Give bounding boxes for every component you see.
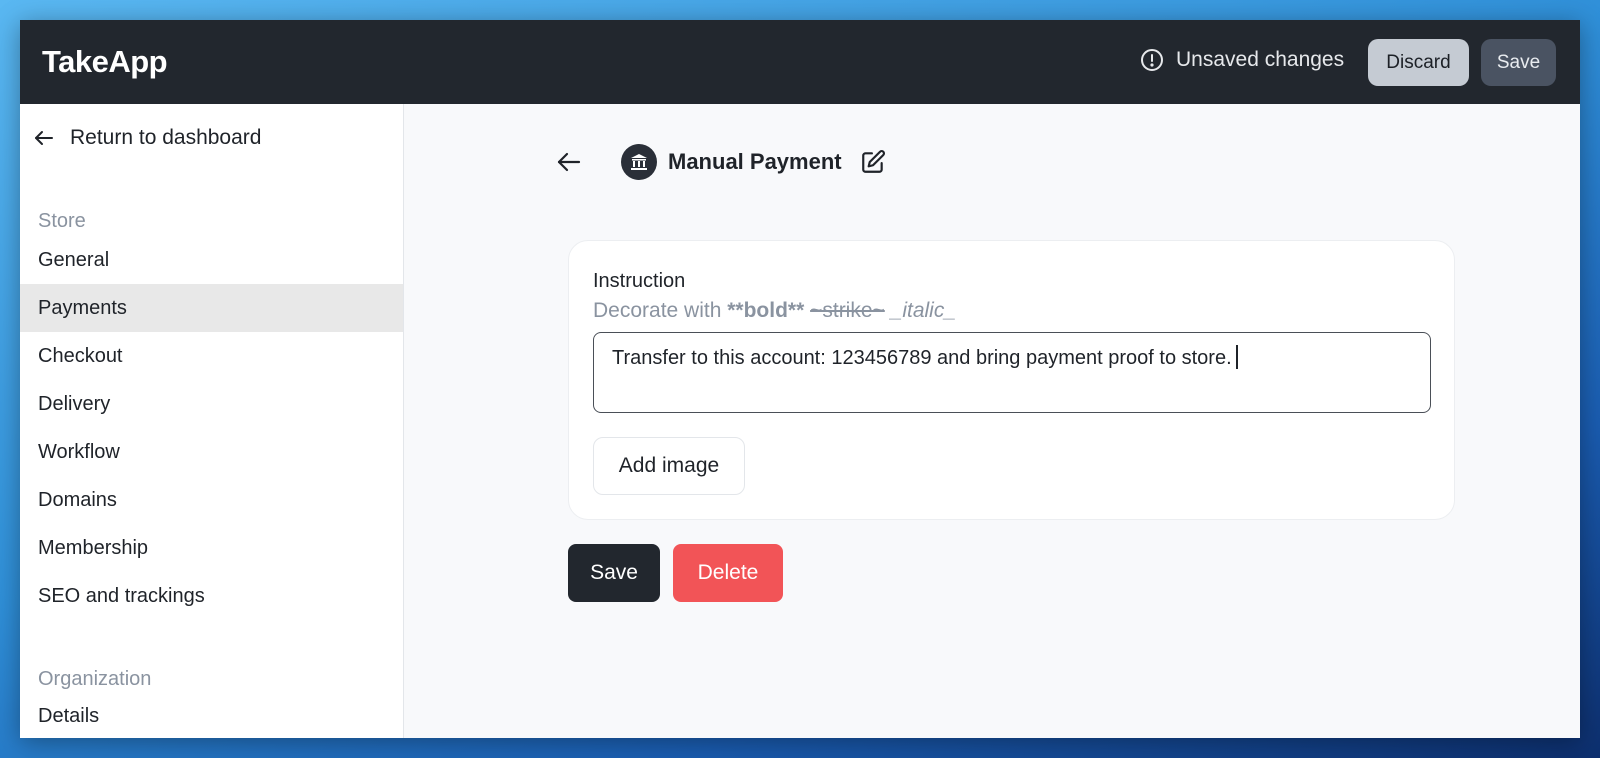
page-header: Manual Payment [553,144,886,180]
sidebar-item-seo[interactable]: SEO and trackings [20,572,403,620]
instruction-value: Transfer to this account: 123456789 and … [612,347,1232,369]
sidebar-item-details[interactable]: Details [20,692,403,738]
arrow-left-icon [32,126,56,150]
delete-button[interactable]: Delete [673,544,783,602]
section-label-store: Store [38,210,86,232]
save-button[interactable]: Save [568,544,660,602]
hint-strike: ~strike~ [810,299,885,322]
discard-button[interactable]: Discard [1368,39,1469,86]
topbar-save-button[interactable]: Save [1481,39,1556,86]
sidebar-item-checkout[interactable]: Checkout [20,332,403,380]
bank-icon [621,144,657,180]
alert-circle-icon [1140,48,1164,72]
return-label: Return to dashboard [70,126,262,149]
add-image-button[interactable]: Add image [593,437,745,495]
main-content: Manual Payment Instruction Decorate with… [405,104,1580,738]
instruction-textarea[interactable]: Transfer to this account: 123456789 and … [593,332,1431,413]
sidebar-item-workflow[interactable]: Workflow [20,428,403,476]
return-to-dashboard-link[interactable]: Return to dashboard [32,126,261,150]
back-arrow-icon[interactable] [553,146,585,178]
formatting-hint: Decorate with **bold** ~strike~ _italic_ [593,299,956,323]
instruction-card: Instruction Decorate with **bold** ~stri… [568,240,1455,520]
hint-italic: _italic_ [890,299,957,322]
sidebar-item-general[interactable]: General [20,236,403,284]
unsaved-text: Unsaved changes [1176,48,1345,71]
sidebar-item-payments[interactable]: Payments [20,284,403,332]
section-label-organization: Organization [38,668,152,690]
edit-icon[interactable] [860,149,886,175]
sidebar-item-membership[interactable]: Membership [20,524,403,572]
sidebar-item-delivery[interactable]: Delivery [20,380,403,428]
app-window: TakeApp Unsaved changes Discard Save Ret… [20,20,1580,738]
top-bar: TakeApp Unsaved changes Discard Save [20,20,1580,104]
unsaved-indicator: Unsaved changes [1140,48,1344,72]
sidebar: Return to dashboard Store General Paymen… [20,104,404,738]
hint-bold: **bold** [727,299,805,322]
page-title: Manual Payment [668,149,842,174]
hint-prefix: Decorate with [593,299,722,322]
text-caret [1235,345,1238,369]
app-logo: TakeApp [42,44,168,79]
instruction-label: Instruction [593,270,686,292]
sidebar-item-domains[interactable]: Domains [20,476,403,524]
